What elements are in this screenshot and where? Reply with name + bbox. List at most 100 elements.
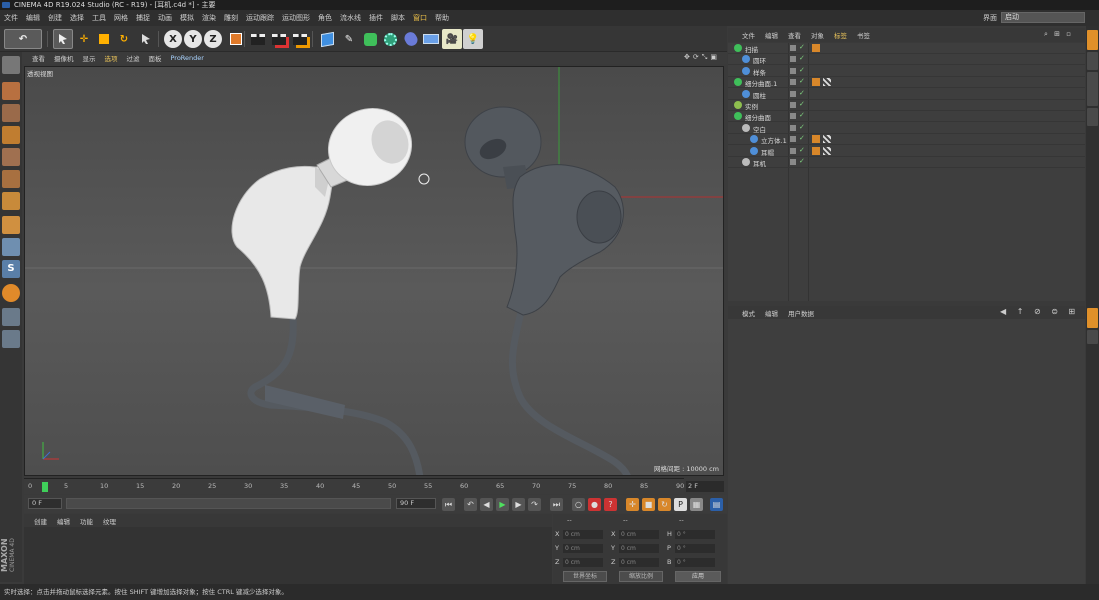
key-selection-icon[interactable]: ? [604, 498, 617, 511]
object-menu-item-4[interactable]: 标签 [834, 30, 847, 40]
menu-item-7[interactable]: 动画 [158, 13, 172, 23]
light-icon[interactable]: 💡 [463, 29, 483, 49]
pos-x-field[interactable]: 0 cm [563, 530, 603, 539]
layout-select[interactable]: 启动 [1001, 12, 1085, 23]
object-menu-item-2[interactable]: 查看 [788, 30, 801, 40]
enabled-check-icon[interactable]: ✓ [799, 54, 805, 62]
viewport-menu-item-0[interactable]: 查看 [32, 53, 45, 63]
pos-z-field[interactable]: 0 cm [563, 558, 603, 567]
phong-tag-icon[interactable] [812, 146, 820, 155]
object-name[interactable]: 耳帽 [761, 147, 774, 157]
material-tag-icon[interactable] [823, 146, 831, 155]
goto-start-icon[interactable]: ⏮ [442, 498, 455, 511]
workplane-icon[interactable] [2, 308, 20, 326]
object-row[interactable]: 细分曲面.1 ✓ [728, 77, 1085, 89]
menu-item-15[interactable]: 插件 [369, 13, 383, 23]
key-parameter-icon[interactable]: P [674, 498, 687, 511]
viewport-menu-item-3[interactable]: 选项 [105, 53, 118, 63]
visibility-toggle-icon[interactable] [790, 45, 796, 51]
menu-item-16[interactable]: 脚本 [391, 13, 405, 23]
attribute-menu-item-0[interactable]: 模式 [742, 308, 755, 318]
object-name[interactable]: 圆环 [753, 55, 766, 65]
camera-icon[interactable]: 🎥 [442, 29, 462, 49]
z-axis-lock-icon[interactable]: Z [204, 30, 222, 48]
floor-icon[interactable] [421, 29, 441, 49]
menu-item-4[interactable]: 工具 [92, 13, 106, 23]
edges-mode-icon[interactable] [2, 170, 20, 188]
key-rotation-icon[interactable]: ↻ [658, 498, 671, 511]
key-position-icon[interactable]: ✛ [626, 498, 639, 511]
object-name[interactable]: 扫描 [745, 44, 758, 54]
cube-icon[interactable] [317, 29, 337, 49]
timeline-window-icon[interactable]: ▤ [710, 498, 723, 511]
object-row[interactable]: 实例 ✓ [728, 100, 1085, 111]
object-name[interactable]: 细分曲面 [745, 112, 771, 122]
size-mode-select[interactable]: 缩放比例 [619, 571, 663, 582]
prev-frame-icon[interactable]: ◀ [480, 498, 493, 511]
material-tag-icon[interactable] [823, 78, 831, 87]
points-mode-icon[interactable] [2, 148, 20, 166]
key-pla-icon[interactable]: ▦ [690, 498, 703, 511]
visibility-toggle-icon[interactable] [790, 67, 796, 74]
render-view-icon[interactable] [248, 29, 268, 49]
play-icon[interactable]: ▶ [496, 498, 509, 511]
object-row[interactable]: 空白 ✓ [728, 123, 1085, 134]
material-menu-item-2[interactable]: 功能 [80, 516, 93, 526]
enabled-check-icon[interactable]: ✓ [799, 123, 805, 131]
rot-b-field[interactable]: 0 ° [675, 558, 715, 567]
goto-end-icon[interactable]: ⏭ [550, 498, 563, 511]
object-name[interactable]: 圆柱 [753, 90, 766, 100]
size-x-field[interactable]: 0 cm [619, 530, 659, 539]
playhead[interactable] [42, 482, 48, 492]
next-frame-icon[interactable]: ▶ [512, 498, 525, 511]
object-name[interactable]: 耳机 [753, 158, 766, 168]
object-row[interactable]: 立方体.1 ✓ [728, 134, 1085, 146]
axis-mode-icon[interactable] [2, 216, 20, 234]
object-row[interactable]: 圆柱 ✓ [728, 89, 1085, 100]
polygons-mode-icon[interactable] [2, 192, 20, 210]
menu-item-12[interactable]: 运动图形 [282, 13, 310, 23]
visibility-toggle-icon[interactable] [790, 159, 796, 165]
visibility-toggle-icon[interactable] [790, 56, 796, 63]
viewport-menu-item-5[interactable]: 面板 [149, 53, 162, 63]
prev-key-icon[interactable]: ↶ [464, 498, 477, 511]
object-row[interactable]: 样条 ✓ [728, 66, 1085, 77]
viewport-nav-icons[interactable]: ✥⟳⤡▣ [684, 53, 724, 63]
menu-item-3[interactable]: 选择 [70, 13, 84, 23]
rot-h-field[interactable]: 0 ° [675, 530, 715, 539]
enabled-check-icon[interactable]: ✓ [799, 111, 805, 119]
object-name[interactable]: 细分曲面.1 [745, 78, 777, 88]
start-frame-field[interactable]: 0 F [28, 498, 62, 509]
menu-item-1[interactable]: 编辑 [26, 13, 40, 23]
menu-item-9[interactable]: 渲染 [202, 13, 216, 23]
viewport-menu-item-4[interactable]: 过滤 [127, 53, 140, 63]
object-name[interactable]: 立方体.1 [761, 135, 787, 145]
current-frame-field[interactable]: 2 F [686, 481, 724, 492]
phong-tag-icon[interactable] [812, 135, 820, 144]
make-editable-icon[interactable] [2, 56, 20, 74]
x-axis-lock-icon[interactable]: X [164, 30, 182, 48]
object-menu-item-3[interactable]: 对象 [811, 30, 824, 40]
perspective-viewport[interactable]: 透视视图 网格间距 : 10000 cm [24, 66, 724, 476]
attribute-nav-icons[interactable]: ◀ ↑ ⊘ ⊜ ⊞ [1000, 307, 1080, 318]
size-z-field[interactable]: 0 cm [619, 558, 659, 567]
menu-item-17[interactable]: 窗口 [413, 13, 427, 23]
tab-content-browser[interactable] [1087, 52, 1098, 70]
texture-mode-icon[interactable] [2, 104, 20, 122]
enabled-check-icon[interactable]: ✓ [799, 77, 805, 85]
attribute-menu-item-2[interactable]: 用户数据 [788, 308, 814, 318]
enabled-check-icon[interactable]: ✓ [799, 146, 805, 154]
menu-item-6[interactable]: 捕捉 [136, 13, 150, 23]
visibility-toggle-icon[interactable] [790, 124, 796, 131]
menu-item-8[interactable]: 模拟 [180, 13, 194, 23]
visibility-toggle-icon[interactable] [790, 113, 796, 120]
enabled-check-icon[interactable]: ✓ [799, 43, 805, 51]
rotate-tool-icon[interactable]: ↻ [114, 29, 134, 49]
soft-selection-icon[interactable] [2, 284, 20, 302]
visibility-toggle-icon[interactable] [790, 147, 796, 154]
viewport-menu-item-2[interactable]: 显示 [83, 53, 96, 63]
object-menu-item-1[interactable]: 编辑 [765, 30, 778, 40]
range-slider[interactable] [66, 498, 391, 509]
material-menu-item-3[interactable]: 纹理 [103, 516, 116, 526]
object-name[interactable]: 空白 [753, 124, 766, 134]
